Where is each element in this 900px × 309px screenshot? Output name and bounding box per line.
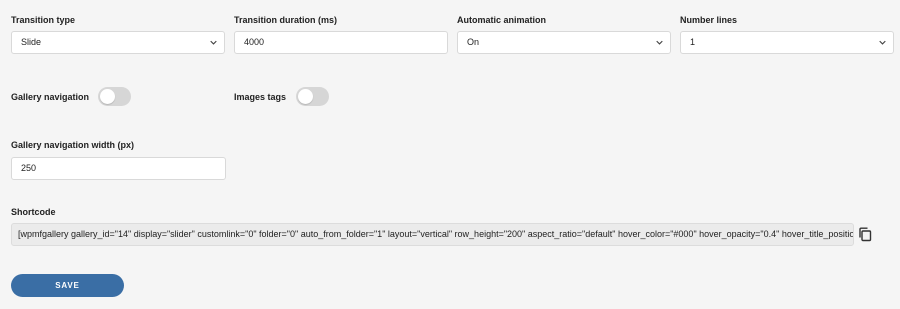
toggle-knob: [298, 89, 313, 104]
transition-type-select[interactable]: Slide: [11, 31, 225, 54]
transition-duration-value: 4000: [244, 37, 265, 47]
automatic-animation-value: On: [467, 37, 480, 47]
gallery-navigation-width-input[interactable]: 250: [11, 157, 226, 180]
chevron-down-icon: [656, 40, 663, 45]
number-lines-select[interactable]: 1: [680, 31, 894, 54]
transition-type-value: Slide: [21, 37, 42, 47]
chevron-down-icon: [879, 40, 886, 45]
shortcode-field[interactable]: [wpmfgallery gallery_id="14" display="sl…: [11, 223, 854, 246]
gallery-navigation-toggle[interactable]: [98, 87, 131, 106]
toggle-knob: [100, 89, 115, 104]
shortcode-value: [wpmfgallery gallery_id="14" display="sl…: [18, 229, 854, 239]
automatic-animation-select[interactable]: On: [457, 31, 671, 54]
images-tags-label: Images tags: [234, 92, 287, 102]
gallery-navigation-label: Gallery navigation: [11, 92, 90, 102]
number-lines-value: 1: [690, 37, 696, 47]
number-lines-label: Number lines: [680, 15, 738, 25]
copy-icon[interactable]: [858, 227, 872, 242]
images-tags-toggle[interactable]: [296, 87, 329, 106]
save-button[interactable]: SAVE: [11, 274, 124, 297]
transition-type-label: Transition type: [11, 15, 76, 25]
chevron-down-icon: [210, 40, 217, 45]
transition-duration-input[interactable]: 4000: [234, 31, 448, 54]
shortcode-label: Shortcode: [11, 207, 56, 217]
transition-duration-label: Transition duration (ms): [234, 15, 338, 25]
automatic-animation-label: Automatic animation: [457, 15, 547, 25]
gallery-navigation-width-value: 250: [21, 163, 37, 173]
gallery-navigation-width-label: Gallery navigation width (px): [11, 140, 135, 150]
